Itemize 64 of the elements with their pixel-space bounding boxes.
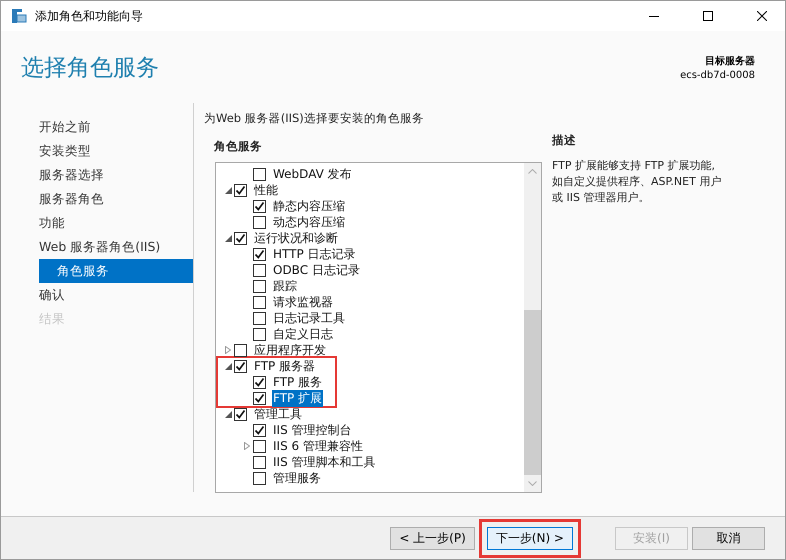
tree-item-label[interactable]: 性能 [253, 182, 279, 198]
tree-item-label[interactable]: WebDAV 发布 [272, 166, 353, 182]
nav-item[interactable]: 安装类型 [39, 139, 193, 163]
wizard-button[interactable]: 下一步(N) > [486, 526, 573, 550]
section-heading: 角色服务 [214, 139, 263, 154]
checkbox[interactable] [234, 184, 247, 196]
target-server-name: ecs-db7d-0008 [680, 70, 755, 80]
nav-item[interactable]: 确认 [39, 283, 193, 307]
checkbox[interactable] [253, 296, 266, 308]
checkbox[interactable] [253, 392, 266, 404]
checkbox[interactable] [253, 440, 266, 452]
close-icon [757, 11, 767, 21]
tree-item-label[interactable]: 管理服务 [272, 470, 322, 486]
tree-item-label[interactable]: ODBC 日志记录 [272, 262, 361, 278]
maximize-icon [703, 11, 713, 21]
tree-item-label[interactable]: 请求监视器 [272, 294, 334, 310]
nav-item[interactable]: Web 服务器角色(IIS) [39, 235, 193, 259]
tree-item-label[interactable]: 动态内容压缩 [272, 214, 346, 230]
tree-item-label[interactable]: HTTP 日志记录 [272, 246, 357, 262]
window-title: 添加角色和功能向导 [35, 8, 144, 24]
tree-item-label[interactable]: IIS 6 管理兼容性 [272, 438, 364, 454]
wizard-button[interactable]: < 上一步(P) [390, 526, 475, 550]
checkbox[interactable] [234, 232, 247, 244]
page-title: 选择角色服务 [21, 54, 159, 82]
checkbox[interactable] [234, 360, 247, 372]
nav-item[interactable]: 开始之前 [39, 115, 193, 139]
checkbox[interactable] [253, 312, 266, 324]
tree-item-label[interactable]: IIS 管理控制台 [272, 422, 353, 438]
tree-item-label[interactable]: FTP 服务器 [253, 358, 316, 374]
nav-item[interactable]: 角色服务 [39, 259, 193, 283]
nav-item[interactable]: 服务器角色 [39, 187, 193, 211]
tree-item-label[interactable]: 管理工具 [253, 406, 303, 422]
checkbox[interactable] [253, 168, 266, 180]
tree-item-label[interactable]: FTP 扩展 [272, 390, 324, 406]
server-manager-icon [11, 8, 27, 24]
description-heading: 描述 [552, 133, 577, 148]
target-server-label: 目标服务器 [705, 54, 755, 68]
wizard-button[interactable]: 取消 [692, 526, 765, 550]
checkbox[interactable] [234, 344, 247, 356]
checkbox[interactable] [253, 248, 266, 260]
scroll-thumb[interactable] [524, 310, 541, 475]
checkbox[interactable] [253, 424, 266, 436]
checkbox[interactable] [253, 376, 266, 388]
tree-item-label[interactable]: 日志记录工具 [272, 310, 346, 326]
tree-item-label[interactable]: FTP 服务 [272, 374, 324, 390]
tree-item-label[interactable]: 跟踪 [272, 278, 298, 294]
checkbox[interactable] [253, 280, 266, 292]
description-text: FTP 扩展能够支持 FTP 扩展功能, 如自定义提供程序、ASP.NET 用户 或 IIS 管理器用户。 [552, 158, 722, 206]
tree-item-label[interactable]: IIS 管理脚本和工具 [272, 454, 377, 470]
checkbox[interactable] [253, 216, 266, 228]
checkbox[interactable] [253, 328, 266, 340]
checkbox[interactable] [253, 472, 266, 484]
checkbox[interactable] [234, 408, 247, 420]
tree-item-label[interactable]: 运行状况和诊断 [253, 230, 339, 246]
tree-item-label[interactable]: 自定义日志 [272, 326, 334, 342]
checkbox[interactable] [253, 200, 266, 212]
instruction-text: 为Web 服务器(IIS)选择要安装的角色服务 [204, 111, 425, 127]
nav-item[interactable]: 服务器选择 [39, 163, 193, 187]
tree-item-label[interactable]: 静态内容压缩 [272, 198, 346, 214]
tree-item-label[interactable]: 应用程序开发 [253, 342, 327, 358]
checkbox[interactable] [253, 456, 266, 468]
nav-item[interactable]: 功能 [39, 211, 193, 235]
checkbox[interactable] [253, 264, 266, 276]
scrollbar[interactable] [524, 163, 541, 492]
